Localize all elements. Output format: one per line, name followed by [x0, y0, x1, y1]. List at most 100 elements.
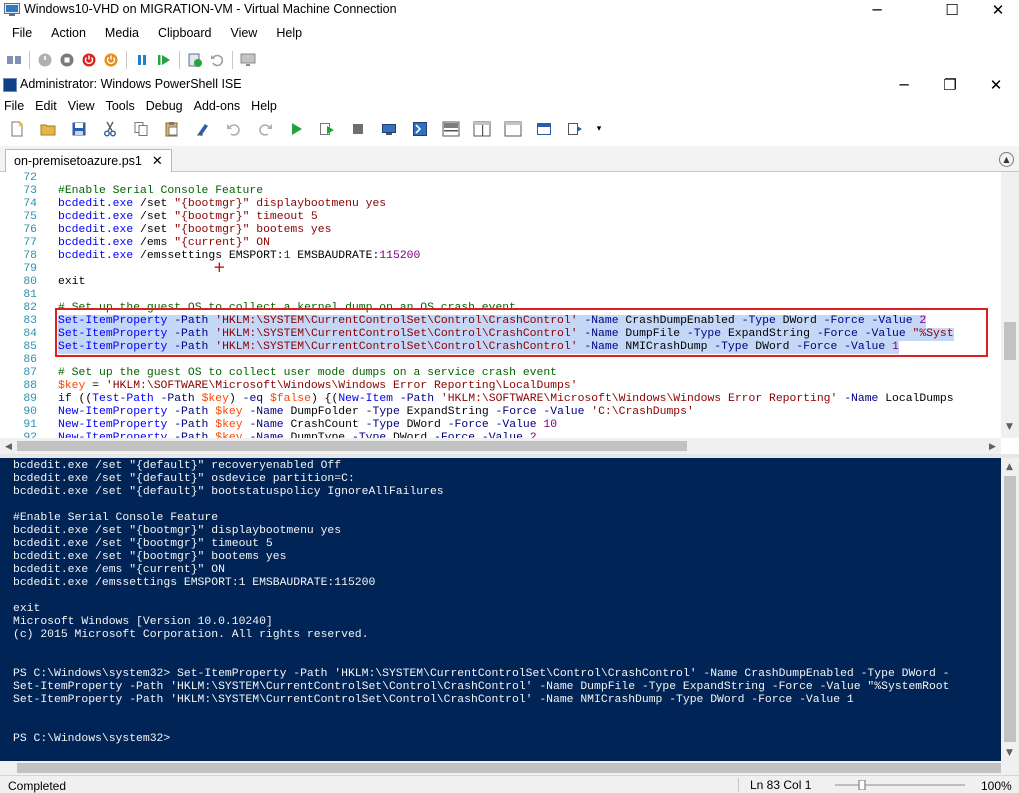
powershell-ise-icon	[3, 78, 17, 92]
ise-minimize-button[interactable]: ─	[881, 75, 927, 95]
code-line[interactable]: 81	[0, 289, 1001, 302]
start-icon[interactable]	[34, 49, 56, 71]
console-vscroll-thumb[interactable]	[1004, 476, 1016, 742]
editor-horizontal-scrollbar[interactable]: ◀ ▶	[0, 438, 1001, 454]
vm-toolbar	[0, 47, 1019, 73]
new-script-icon[interactable]	[6, 118, 28, 140]
cut-icon[interactable]	[99, 118, 121, 140]
new-remote-tab-icon[interactable]	[378, 118, 400, 140]
undo-icon[interactable]	[223, 118, 245, 140]
paste-icon[interactable]	[161, 118, 183, 140]
redo-icon[interactable]	[254, 118, 276, 140]
editor-vscroll-thumb[interactable]	[1004, 322, 1016, 360]
vm-menu-media[interactable]: Media	[105, 26, 139, 40]
open-script-icon[interactable]	[37, 118, 59, 140]
ise-menu-debug[interactable]: Debug	[146, 99, 183, 113]
scroll-left-icon[interactable]: ◀	[0, 438, 17, 455]
tab-on-premisetoazure[interactable]: on-premisetoazure.ps1 ✕	[5, 149, 172, 172]
ctrl-alt-del-icon[interactable]	[3, 49, 25, 71]
vm-connection-icon	[4, 3, 20, 17]
editor-hscroll-thumb[interactable]	[17, 441, 687, 451]
code-line[interactable]: 80 exit	[0, 276, 1001, 289]
line-number: 73	[23, 185, 37, 197]
console-scroll-up-icon[interactable]: ▲	[1001, 458, 1018, 475]
show-script-top-icon[interactable]	[440, 118, 462, 140]
ise-toolbar: ▾	[0, 116, 1019, 142]
code-line[interactable]: 91 New-ItemProperty -Path $key -Name Cras…	[0, 419, 1001, 432]
code-line[interactable]: 87 # Set up the guest OS to collect user …	[0, 367, 1001, 380]
ise-menu-add-ons[interactable]: Add-ons	[194, 99, 241, 113]
ise-restore-button[interactable]: ❐	[927, 75, 973, 95]
console-hscroll-thumb[interactable]	[17, 763, 1001, 773]
scroll-down-icon[interactable]: ▼	[1001, 418, 1018, 435]
ise-menu-view[interactable]: View	[68, 99, 95, 113]
vm-maximize-button[interactable]: ☐	[929, 0, 975, 20]
vm-menu-file[interactable]: File	[12, 26, 32, 40]
vm-minimize-button[interactable]: ─	[854, 0, 900, 20]
ise-menu-file[interactable]: File	[4, 99, 24, 113]
console-line: bcdedit.exe /set "{default}" recoveryena…	[13, 460, 342, 472]
ise-window-title: Administrator: Windows PowerShell ISE	[20, 77, 242, 91]
collapse-script-pane-icon[interactable]: ▲	[999, 152, 1014, 167]
code-line[interactable]: 79	[0, 263, 1001, 276]
code-line[interactable]: 76 bcdedit.exe /set "{bootmgr}" bootems y…	[0, 224, 1001, 237]
console-line: PS C:\Windows\system32> Set-ItemProperty…	[13, 668, 950, 680]
save-state-icon[interactable]	[100, 49, 122, 71]
code-line[interactable]: 75 bcdedit.exe /set "{bootmgr}" timeout 5	[0, 211, 1001, 224]
toolbar-overflow-icon[interactable]: ▾	[595, 118, 603, 140]
code-line[interactable]: 74 bcdedit.exe /set "{bootmgr}" displaybo…	[0, 198, 1001, 211]
show-command-window-icon[interactable]	[533, 118, 555, 140]
copy-icon[interactable]	[130, 118, 152, 140]
show-command-addon-icon[interactable]	[564, 118, 586, 140]
code-line[interactable]: 90 New-ItemProperty -Path $key -Name Dump…	[0, 406, 1001, 419]
vm-menu-view[interactable]: View	[230, 26, 257, 40]
script-code-area[interactable]: 72 73 #Enable Serial Console Feature 74 bcde…	[0, 172, 1001, 438]
console-pane[interactable]: bcdedit.exe /set "{default}" recoveryena…	[0, 458, 1001, 761]
show-script-maximized-icon[interactable]	[502, 118, 524, 140]
close-tab-icon[interactable]: ✕	[152, 154, 163, 169]
editor-vertical-scrollbar[interactable]: ▼	[1001, 172, 1019, 438]
run-selection-icon[interactable]	[316, 118, 338, 140]
shut-down-icon[interactable]	[78, 49, 100, 71]
checkpoint-icon[interactable]	[184, 49, 206, 71]
ise-menu-tools[interactable]: Tools	[106, 99, 135, 113]
pause-icon[interactable]	[131, 49, 153, 71]
code-text: # Set up the guest OS to collect user mo…	[58, 367, 557, 379]
code-line[interactable]: 72	[0, 172, 1001, 185]
ise-menu-edit[interactable]: Edit	[35, 99, 57, 113]
code-text: exit	[58, 276, 86, 288]
enhanced-session-icon[interactable]	[237, 49, 259, 71]
status-separator	[738, 778, 739, 792]
start-powershell-icon[interactable]	[409, 118, 431, 140]
ise-menu-help[interactable]: Help	[251, 99, 277, 113]
line-number: 80	[23, 276, 37, 288]
console-line: bcdedit.exe /ems "{current}" ON	[13, 564, 225, 576]
code-line[interactable]: 78 bcdedit.exe /emssettings EMSPORT:1 EMS…	[0, 250, 1001, 263]
vm-menu-action[interactable]: Action	[51, 26, 86, 40]
clear-console-icon[interactable]	[192, 118, 214, 140]
console-horizontal-scrollbar[interactable]	[0, 761, 1019, 775]
revert-icon[interactable]	[206, 49, 228, 71]
run-script-icon[interactable]	[285, 118, 307, 140]
save-script-icon[interactable]	[68, 118, 90, 140]
console-vertical-scrollbar[interactable]: ▲ ▼	[1001, 458, 1019, 761]
code-line[interactable]: 73 #Enable Serial Console Feature	[0, 185, 1001, 198]
ise-close-button[interactable]: ✕	[973, 75, 1019, 95]
zoom-slider[interactable]	[835, 780, 965, 790]
code-line[interactable]: 88 $key = 'HKLM:\SOFTWARE\Microsoft\Windo…	[0, 380, 1001, 393]
code-line[interactable]: 77 bcdedit.exe /ems "{current}" ON	[0, 237, 1001, 250]
vm-menu-help[interactable]: Help	[276, 26, 302, 40]
resume-icon[interactable]	[153, 49, 175, 71]
show-script-right-icon[interactable]	[471, 118, 493, 140]
vm-menu-clipboard[interactable]: Clipboard	[158, 26, 212, 40]
console-scroll-down-icon[interactable]: ▼	[1001, 744, 1018, 761]
line-number: 83	[23, 315, 37, 327]
console-line: exit	[13, 603, 41, 615]
console-line: Set-ItemProperty -Path 'HKLM:\SYSTEM\Cur…	[13, 694, 854, 706]
stop-operation-icon[interactable]	[347, 118, 369, 140]
turn-off-icon[interactable]	[56, 49, 78, 71]
scroll-right-icon[interactable]: ▶	[984, 438, 1001, 455]
vm-close-button[interactable]: ✕	[975, 0, 1019, 20]
script-editor[interactable]: 72 73 #Enable Serial Console Feature 74 bcde…	[0, 172, 1019, 438]
code-line[interactable]: 89 if ((Test-Path -Path $key) -eq $false)…	[0, 393, 1001, 406]
